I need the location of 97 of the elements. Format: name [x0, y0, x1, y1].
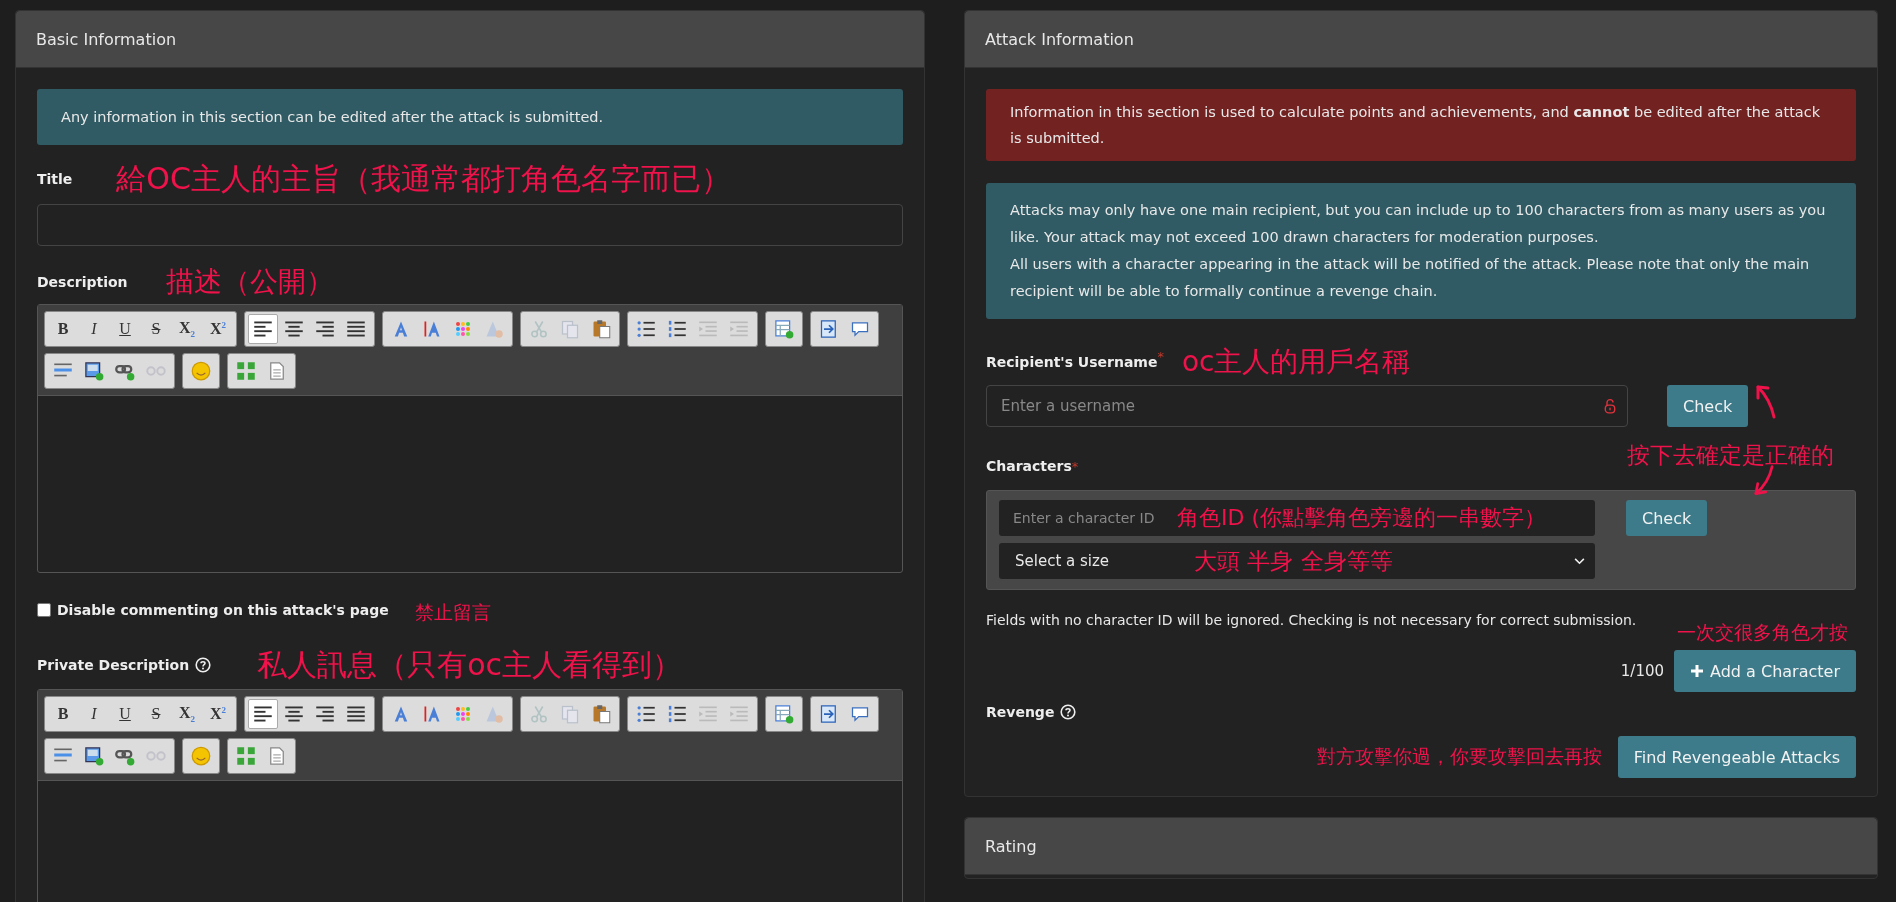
- clipboard-icon: [591, 704, 611, 724]
- help-icon[interactable]: [1060, 704, 1077, 720]
- panel-title: Rating: [985, 836, 1037, 856]
- align-left-button[interactable]: [248, 314, 278, 344]
- table-icon: [774, 319, 794, 339]
- underline-button[interactable]: U: [110, 699, 140, 729]
- username-input[interactable]: Enter a username: [986, 385, 1628, 427]
- annotation: 給OC主人的主旨（我通常都打角色名字而已）: [116, 159, 731, 198]
- hint-text: Fields with no character ID will be ignored. Checking is not necessary for correct submission.: [986, 612, 1638, 628]
- superscript-button[interactable]: X$^{2}$: [203, 699, 233, 729]
- palette-icon: [453, 319, 473, 339]
- check-button[interactable]: Check: [1626, 500, 1708, 536]
- align-center-icon: [284, 319, 304, 339]
- page-icon: [267, 361, 287, 381]
- required-mark: *: [1157, 349, 1164, 364]
- subscript-button[interactable]: X$_{2}$: [172, 314, 202, 344]
- justify-icon: [346, 704, 366, 724]
- character-count: 1/100: [1620, 662, 1665, 680]
- remove-format-icon: [484, 704, 504, 724]
- smiley-icon: [191, 746, 211, 766]
- checkbox-label: Disable commenting on this attack's page: [57, 602, 389, 618]
- strikethrough-button[interactable]: S: [141, 699, 171, 729]
- document-icon: [819, 704, 839, 724]
- help-icon[interactable]: [195, 657, 212, 673]
- align-left-button[interactable]: [248, 699, 278, 729]
- superscript-button[interactable]: X$^{2}$: [203, 314, 233, 344]
- annotation: 大頭 半身 全身等等: [1194, 547, 1393, 576]
- align-left-icon: [253, 704, 273, 724]
- justify-icon: [346, 319, 366, 339]
- text-size-icon: [422, 704, 442, 724]
- add-character-button[interactable]: Add a Character: [1674, 650, 1856, 692]
- clipboard-icon: [591, 319, 611, 339]
- info-paragraph: All users with a character appearing in the attack will be notified of the attack. Please note that only the main recipient will be able to formally continue a revenge chain.: [1010, 255, 1811, 301]
- field-label: Revenge: [986, 704, 1055, 720]
- italic-button[interactable]: I: [79, 699, 109, 729]
- bulleted-list-icon: [636, 319, 656, 339]
- field-label: Private Description: [37, 657, 190, 673]
- subscript-button[interactable]: X$_{2}$: [172, 699, 202, 729]
- annotation: 描述（公開）: [165, 264, 334, 300]
- align-center-icon: [284, 704, 304, 724]
- image-icon: [84, 746, 104, 766]
- indent-icon: [729, 704, 749, 724]
- info-alert: Any information in this section can be edited after the attack is submitted.: [37, 89, 903, 145]
- italic-button[interactable]: I: [79, 314, 109, 344]
- lock-icon: [1604, 398, 1616, 414]
- title-input[interactable]: [37, 204, 903, 246]
- field-label: Recipient's Username: [986, 354, 1158, 370]
- check-button[interactable]: Check: [1667, 385, 1749, 427]
- panel-title: Basic Information: [36, 29, 177, 49]
- annotation: 一次交很多角色才按: [1677, 620, 1848, 645]
- numbered-list-icon: [667, 704, 687, 724]
- align-left-icon: [253, 319, 273, 339]
- annotation: 按下去確定是正確的: [1627, 440, 1834, 470]
- align-right-icon: [315, 704, 335, 724]
- field-label: Characters: [986, 458, 1072, 474]
- annotation: 對方攻擊你過，你要攻擊回去再按: [1316, 744, 1602, 769]
- find-revengeable-button[interactable]: Find Revengeable Attacks: [1617, 736, 1856, 778]
- checkbox[interactable]: [37, 603, 51, 617]
- outdent-icon: [698, 704, 718, 724]
- grid-icon: [236, 746, 256, 766]
- plus-icon: [1690, 664, 1705, 678]
- strikethrough-button[interactable]: S: [141, 314, 171, 344]
- image-icon: [84, 361, 104, 381]
- bold-button[interactable]: B: [48, 314, 78, 344]
- smiley-icon: [191, 361, 211, 381]
- page-icon: [267, 746, 287, 766]
- grid-icon: [236, 361, 256, 381]
- copy-icon: [560, 704, 580, 724]
- text-size-icon: [422, 319, 442, 339]
- panel-title: Attack Information: [985, 29, 1134, 49]
- scissors-icon: [529, 704, 549, 724]
- bulleted-list-icon: [636, 704, 656, 724]
- numbered-list-icon: [667, 319, 687, 339]
- outdent-icon: [698, 319, 718, 339]
- table-icon: [774, 704, 794, 724]
- annotation: 角色ID (你點擊角色旁邊的一串數字）: [1177, 504, 1546, 532]
- copy-icon: [560, 319, 580, 339]
- required-mark: *: [1071, 459, 1079, 474]
- warning-alert: Information in this section is used to calculate points and achievements, and cannot be edited after the attack is submitted.: [986, 89, 1856, 161]
- indent-icon: [729, 319, 749, 339]
- document-icon: [819, 319, 839, 339]
- speech-bubble-icon: [850, 319, 870, 339]
- annotation: 禁止留言: [414, 600, 491, 625]
- field-label: Description: [37, 274, 128, 290]
- bold-button[interactable]: B: [48, 699, 78, 729]
- speech-bubble-icon: [850, 704, 870, 724]
- underline-button[interactable]: U: [110, 314, 140, 344]
- palette-icon: [453, 704, 473, 724]
- remove-format-icon: [484, 319, 504, 339]
- field-label: Title: [37, 171, 73, 187]
- character-id-input[interactable]: Enter a character ID: [1013, 510, 1163, 526]
- chevron-down-icon: [1574, 557, 1585, 565]
- annotation: oc主人的用戶名稱: [1181, 344, 1411, 380]
- info-paragraph: Attacks may only have one main recipient, but you can include up to 100 characters from as many users as you like. Your attack may not exceed 100 drawn characters for moderation purposes.: [1010, 201, 1827, 247]
- scissors-icon: [529, 319, 549, 339]
- annotation: 私人訊息（只有oc主人看得到）: [257, 645, 682, 684]
- align-right-icon: [315, 319, 335, 339]
